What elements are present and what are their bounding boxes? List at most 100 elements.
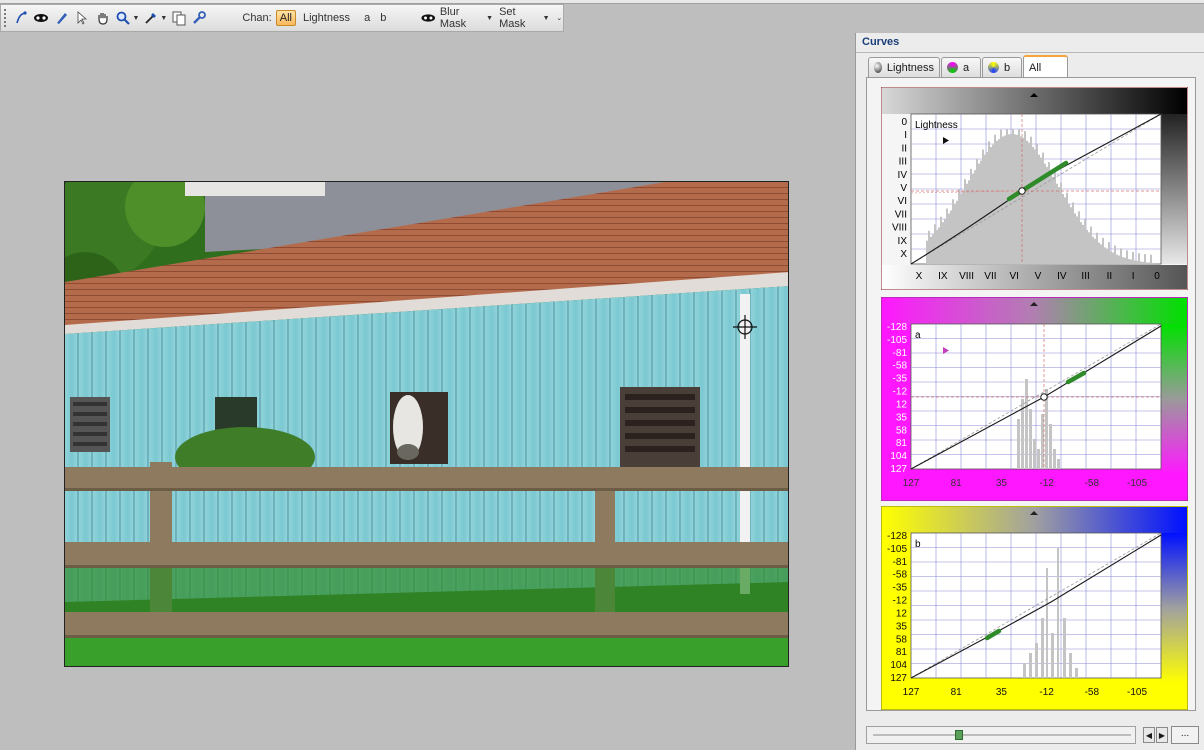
a-curve-graph[interactable]: a -128 -105 -81 -58 -35 -12 12 35 58 81 104 127 127… xyxy=(881,297,1188,501)
chan-b-button[interactable]: b xyxy=(377,11,389,25)
tab-lightness[interactable]: Lightness xyxy=(868,57,940,77)
histogram-bar xyxy=(1102,237,1104,264)
histogram-bar xyxy=(1140,261,1142,264)
histogram-bar xyxy=(1124,257,1126,264)
histogram-bar xyxy=(1112,252,1114,264)
graphs.lightness.x_ticks-tick-label: VII xyxy=(984,271,996,282)
zoom-slider[interactable] xyxy=(866,726,1136,744)
histogram-bar xyxy=(1058,187,1060,264)
graphs.lightness.x_ticks-tick-label: VI xyxy=(1009,271,1018,282)
chan-lightness-button[interactable]: Lightness xyxy=(300,11,353,25)
tab-all[interactable]: All xyxy=(1023,55,1068,78)
scroll-right-button[interactable]: ▶ xyxy=(1156,727,1168,743)
histogram-bar xyxy=(1053,449,1056,469)
arrow-pointer-icon[interactable] xyxy=(73,8,91,28)
histogram-bar xyxy=(1063,618,1066,678)
graphs.a.y_ticks-tick-label: 81 xyxy=(896,438,908,449)
graphs.b.y_ticks-tick-label: -58 xyxy=(893,570,908,581)
graphs.lightness.y_ticks-tick-label: III xyxy=(899,157,907,168)
histogram-bar xyxy=(1033,439,1036,469)
curve-pointer-icon[interactable] xyxy=(12,8,30,28)
graphs.lightness.y_ticks-tick-label: IX xyxy=(898,236,908,247)
histogram-bar xyxy=(1144,254,1146,264)
b-curve-graph[interactable]: b -128 -105 -81 -58 -35 -12 12 35 58 81 104 127 127… xyxy=(881,506,1188,710)
histogram-bar xyxy=(1136,260,1138,264)
histogram-bar xyxy=(1042,152,1044,264)
histogram-bar xyxy=(1134,260,1136,264)
histogram-bar xyxy=(984,154,986,264)
histogram-bar xyxy=(974,170,976,264)
zoom-icon[interactable] xyxy=(114,8,132,28)
tab-b[interactable]: b xyxy=(982,57,1022,77)
histogram-bar xyxy=(982,149,984,264)
histogram-bar xyxy=(1052,176,1054,264)
tab-a[interactable]: a xyxy=(941,57,981,77)
set-mask-button[interactable]: Set Mask ▼ xyxy=(499,6,550,30)
histogram-bar xyxy=(1100,244,1102,264)
histogram-bar xyxy=(1118,255,1120,264)
histogram-bar xyxy=(980,160,982,264)
graphs.lightness.x_ticks-tick-label: 0 xyxy=(1154,271,1160,282)
graphs.lightness.y_ticks-tick-label: V xyxy=(900,183,907,194)
histogram-bar xyxy=(1082,224,1084,264)
graphs.b.x_ticks-tick-label: 81 xyxy=(951,687,963,698)
graphs.b.x_ticks-tick-label: -58 xyxy=(1085,687,1100,698)
mask-icon[interactable] xyxy=(32,8,50,28)
histogram-bar xyxy=(962,190,964,264)
toolbar-grip[interactable] xyxy=(4,9,10,27)
eyedropper-dropdown-icon[interactable]: ▼ xyxy=(160,15,167,22)
chan-all-button[interactable]: All xyxy=(275,10,296,26)
photo-image xyxy=(65,182,788,666)
tab-b-label: b xyxy=(1004,61,1011,74)
histogram-bar xyxy=(998,139,1000,264)
histogram-bar xyxy=(1034,149,1036,264)
b-curve-svg[interactable]: b -128-105-81-58-35-1212355881104127 127… xyxy=(881,506,1188,710)
zoom-dropdown-icon[interactable]: ▼ xyxy=(132,15,140,22)
toolbar: ▼ ▼ Chan: All Lightness a b Blur Mask ▼ … xyxy=(0,4,564,32)
chan-a-button[interactable]: a xyxy=(361,11,373,25)
graphs.b.y_ticks-tick-label: -12 xyxy=(893,596,908,607)
histogram-bar xyxy=(1066,192,1068,264)
histogram-bar xyxy=(1041,414,1044,469)
lightness-curve-graph[interactable]: Lightness 0 I II III IV V VI VII VIII IX X X IX VIII… xyxy=(881,87,1188,290)
image-canvas[interactable] xyxy=(0,33,855,750)
graphs.b.y_ticks-tick-label: 81 xyxy=(896,647,908,658)
slider-thumb[interactable] xyxy=(955,730,963,740)
a-curve-svg[interactable]: a -128-105-81-58-35-1212355881104127 127… xyxy=(881,297,1188,501)
a-graph-label: a xyxy=(915,330,921,341)
histogram-bar xyxy=(1152,262,1154,264)
graphs.lightness.x_ticks-tick-label: I xyxy=(1132,271,1135,282)
a-tab-icon xyxy=(947,62,958,73)
histogram-bar xyxy=(976,158,978,264)
toolbar-overflow-icon[interactable]: ⌄ xyxy=(556,14,563,22)
more-button[interactable]: ... xyxy=(1171,726,1199,744)
histogram-bar xyxy=(1056,183,1058,264)
graphs.b.x_ticks-tick-label: 127 xyxy=(903,687,920,698)
blur-mask-button[interactable]: Blur Mask ▼ xyxy=(421,6,493,30)
scroll-left-button[interactable]: ◀ xyxy=(1143,727,1155,743)
histogram-bar xyxy=(1046,166,1048,264)
hand-icon[interactable] xyxy=(93,8,111,28)
histogram-bar xyxy=(946,208,948,264)
copy-icon[interactable] xyxy=(170,8,188,28)
histogram-bar xyxy=(1046,568,1048,678)
blur-mask-dropdown-icon: ▼ xyxy=(486,14,494,22)
graphs.b.y_ticks-tick-label: 35 xyxy=(896,621,908,632)
histogram-bar xyxy=(1030,136,1032,264)
histogram-bar xyxy=(1048,162,1050,264)
histogram-bar xyxy=(1106,248,1108,264)
graphs.lightness.x_ticks-tick-label: II xyxy=(1107,271,1113,282)
pen-icon[interactable] xyxy=(53,8,71,28)
histogram-bar xyxy=(1045,389,1048,469)
photo-barn-horse[interactable] xyxy=(64,181,789,667)
histogram-bar xyxy=(956,200,958,264)
graphs.lightness.y_ticks-tick-label: I xyxy=(904,130,907,141)
histogram-bar xyxy=(1014,134,1016,264)
graphs.a.y_ticks-tick-label: 58 xyxy=(896,425,908,436)
tab-lightness-label: Lightness xyxy=(886,61,934,74)
wrench-icon[interactable] xyxy=(190,8,208,28)
histogram-bar xyxy=(1037,449,1040,469)
lightness-curve-svg[interactable]: Lightness 0IIIIIIIVVVIVIIVIIIIXX X IX VIII… xyxy=(881,87,1188,290)
histogram-bar xyxy=(1084,219,1086,264)
eyedropper-icon[interactable] xyxy=(142,8,160,28)
